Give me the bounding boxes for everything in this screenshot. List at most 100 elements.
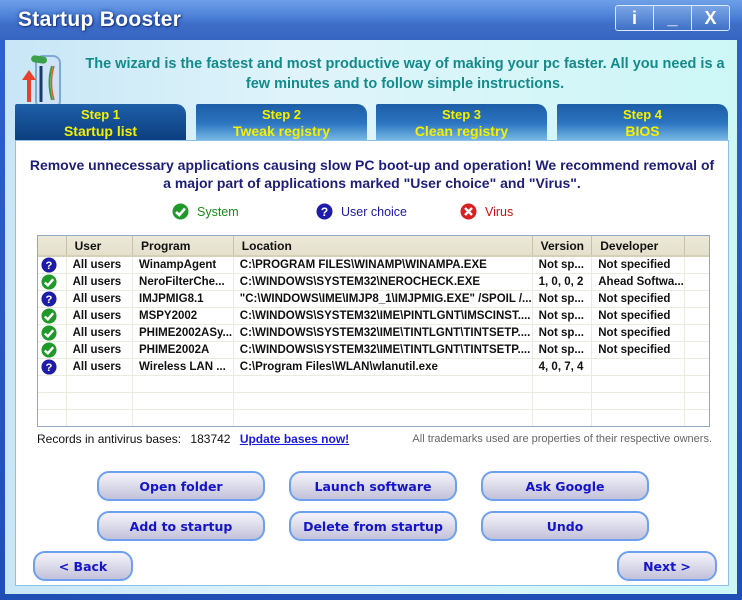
tab-clean-registry[interactable]: Step 3 Clean registry	[376, 104, 547, 142]
svg-text:?: ?	[321, 205, 328, 219]
location-cell: C:\WINDOWS\SYSTEM32\NEROCHECK.EXE	[232, 273, 533, 291]
filler-cell	[683, 256, 709, 274]
program-cell: IMJPMIG8.1	[132, 290, 234, 308]
empty-cell	[591, 392, 685, 410]
wizard-body: The wizard is the fastest and most produ…	[5, 40, 737, 594]
location-cell: C:\WINDOWS\SYSTEM32\IME\PINTLGNT\IMSCINS…	[232, 307, 533, 325]
recommendation-text: Remove unnecessary applications causing …	[29, 157, 715, 191]
empty-cell	[232, 392, 533, 410]
status-cell: ?	[38, 256, 67, 274]
user-cell: All users	[65, 256, 133, 274]
tab-label: BIOS	[625, 123, 660, 139]
status-cell	[38, 273, 67, 291]
status-cell: ?	[38, 358, 67, 376]
intro-text: The wizard is the fastest and most produ…	[85, 56, 725, 92]
table-row[interactable]: ? All users IMJPMIG8.1 "C:\WINDOWS\IME\IMJP…	[38, 290, 709, 308]
empty-cell	[65, 392, 133, 410]
program-cell: NeroFilterChe...	[132, 273, 234, 291]
empty-row	[38, 392, 709, 410]
location-cell: "C:\WINDOWS\IME\IMJP8_1\IMJPMIG.EXE" /SP…	[232, 290, 533, 308]
launch-software-button[interactable]: Launch software	[289, 471, 457, 501]
version-cell: Not sp...	[531, 324, 592, 342]
window-controls: i _ X	[615, 5, 730, 31]
column-header-version[interactable]: Version	[531, 236, 592, 257]
program-cell: PHIME2002ASy...	[132, 324, 234, 342]
version-cell: 4, 0, 7, 4	[531, 358, 592, 376]
check-icon	[41, 325, 57, 341]
filler-cell	[683, 307, 709, 325]
status-cell	[38, 324, 67, 342]
undo-button[interactable]: Undo	[481, 511, 649, 541]
table-row[interactable]: ? All users WinampAgent C:\PROGRAM FILES\WI…	[38, 256, 709, 274]
empty-cell	[232, 409, 533, 426]
table-row[interactable]: All users PHIME2002A C:\WINDOWS\SYSTEM32\I…	[38, 341, 709, 359]
empty-cell	[38, 375, 67, 393]
empty-cell	[65, 375, 133, 393]
legend-virus: Virus	[460, 203, 513, 220]
tab-label: Clean registry	[414, 123, 509, 139]
table-header: User Program Location Version Developer	[38, 236, 709, 257]
developer-cell: Not specified	[591, 324, 685, 342]
legend-user-choice: ? User choice	[316, 203, 407, 220]
column-header-program[interactable]: Program	[132, 236, 234, 257]
filler-cell	[683, 290, 709, 308]
check-icon	[172, 203, 189, 220]
empty-cell	[591, 375, 685, 393]
question-icon: ?	[41, 359, 57, 375]
developer-cell: Not specified	[591, 341, 685, 359]
version-cell: Not sp...	[531, 307, 592, 325]
svg-text:?: ?	[46, 260, 53, 272]
version-cell: Not sp...	[531, 341, 592, 359]
delete-from-startup-button[interactable]: Delete from startup	[289, 511, 457, 541]
next-button[interactable]: Next >	[617, 551, 717, 581]
startup-table: User Program Location Version Developer …	[37, 235, 710, 427]
developer-cell: Not specified	[591, 307, 685, 325]
location-cell: C:\WINDOWS\SYSTEM32\IME\TINTLGNT\TINTSET…	[232, 341, 533, 359]
table-row[interactable]: All users PHIME2002ASy... C:\WINDOWS\SYSTE…	[38, 324, 709, 342]
column-header-location[interactable]: Location	[232, 236, 533, 257]
column-header-developer[interactable]: Developer	[591, 236, 685, 257]
open-folder-button[interactable]: Open folder	[97, 471, 265, 501]
minimize-button[interactable]: _	[653, 6, 691, 30]
table-row[interactable]: ? All users Wireless LAN ... C:\Program Fil…	[38, 358, 709, 376]
check-icon	[41, 308, 57, 324]
column-header-status[interactable]	[38, 236, 67, 257]
user-cell: All users	[65, 341, 133, 359]
filler-cell	[683, 341, 709, 359]
question-icon: ?	[41, 291, 57, 307]
column-header-user[interactable]: User	[65, 236, 133, 257]
filler-cell	[683, 358, 709, 376]
empty-cell	[132, 409, 234, 426]
info-button[interactable]: i	[616, 6, 653, 30]
add-to-startup-button[interactable]: Add to startup	[97, 511, 265, 541]
version-cell: Not sp...	[531, 256, 592, 274]
tab-bios[interactable]: Step 4 BIOS	[557, 104, 728, 142]
table-row[interactable]: All users MSPY2002 C:\WINDOWS\SYSTEM32\IME…	[38, 307, 709, 325]
svg-text:?: ?	[46, 294, 53, 306]
program-cell: MSPY2002	[132, 307, 234, 325]
trademark-notice: All trademarks used are properties of th…	[412, 433, 712, 445]
user-cell: All users	[65, 307, 133, 325]
legend-system: System	[172, 203, 239, 220]
ask-google-button[interactable]: Ask Google	[481, 471, 649, 501]
back-button[interactable]: < Back	[33, 551, 133, 581]
tab-tweak-registry[interactable]: Step 2 Tweak registry	[196, 104, 367, 142]
filler-cell	[683, 273, 709, 291]
developer-cell: Not specified	[591, 256, 685, 274]
update-bases-link[interactable]: Update bases now!	[240, 432, 349, 446]
location-cell: C:\Program Files\WLAN\wlanutil.exe	[232, 358, 533, 376]
svg-text:?: ?	[46, 362, 53, 374]
tab-step: Step 2	[261, 107, 301, 122]
records-label: Records in antivirus bases:	[37, 432, 182, 446]
user-cell: All users	[65, 290, 133, 308]
tab-step: Step 3	[441, 107, 481, 122]
empty-row	[38, 375, 709, 393]
filler-cell	[683, 324, 709, 342]
developer-cell: Ahead Softwa...	[591, 273, 685, 291]
close-button[interactable]: X	[691, 6, 729, 30]
table-row[interactable]: All users NeroFilterChe... C:\WINDOWS\SYST…	[38, 273, 709, 291]
tab-startup-list[interactable]: Step 1 Startup list	[15, 104, 186, 142]
empty-cell	[65, 409, 133, 426]
title-bar[interactable]: Startup Booster i _ X	[0, 0, 742, 40]
tab-step: Step 1	[80, 107, 120, 122]
